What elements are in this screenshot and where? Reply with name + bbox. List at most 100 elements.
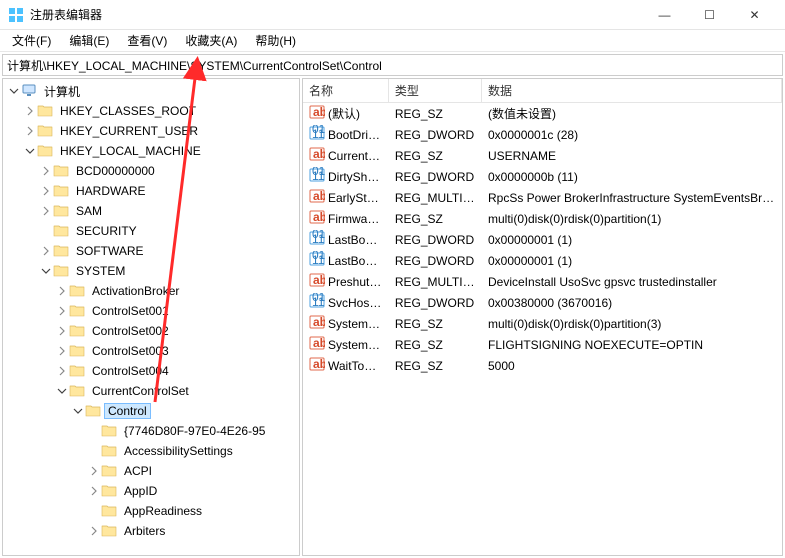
folder-icon (53, 203, 72, 220)
expander-icon[interactable] (39, 164, 53, 178)
values-list-pane[interactable]: 名称 类型 数据 ab(默认)REG_SZ(数值未设置)011110BootDr… (302, 78, 783, 556)
binary-value-icon: 011110 (309, 293, 325, 312)
tree-item[interactable]: SECURITY (3, 221, 299, 241)
tree-item[interactable]: SYSTEM (3, 261, 299, 281)
tree-item[interactable]: HARDWARE (3, 181, 299, 201)
value-row[interactable]: abEarlyStartServi...REG_MULTI_SZRpcSs Po… (303, 187, 782, 208)
close-button[interactable]: ✕ (732, 0, 777, 30)
expander-icon[interactable] (23, 124, 37, 138)
tree-item[interactable]: {7746D80F-97E0-4E26-95 (3, 421, 299, 441)
tree-item[interactable]: AppReadiness (3, 501, 299, 521)
expander-icon[interactable] (55, 304, 69, 318)
expander-icon[interactable] (87, 524, 101, 538)
value-row[interactable]: ab(默认)REG_SZ(数值未设置) (303, 103, 782, 124)
binary-value-icon: 011110 (309, 167, 325, 186)
folder-icon (53, 263, 72, 280)
value-row[interactable]: 011110LastBootShutd...REG_DWORD0x0000000… (303, 229, 782, 250)
expander-icon[interactable] (55, 344, 69, 358)
svg-text:ab: ab (313, 315, 325, 329)
tree-item[interactable]: AppID (3, 481, 299, 501)
tree-item-label: ActivationBroker (88, 283, 183, 299)
tree-item[interactable]: HKEY_LOCAL_MACHINE (3, 141, 299, 161)
expander-icon[interactable] (55, 364, 69, 378)
tree-item[interactable]: Control (3, 401, 299, 421)
value-row[interactable]: abSystemStartOp...REG_SZ FLIGHTSIGNING N… (303, 334, 782, 355)
expander-icon[interactable] (55, 324, 69, 338)
expander-icon[interactable] (39, 244, 53, 258)
tree-item-label: SECURITY (72, 223, 141, 239)
tree-item[interactable]: HKEY_CLASSES_ROOT (3, 101, 299, 121)
tree-item[interactable]: ActivationBroker (3, 281, 299, 301)
tree-item-label: HKEY_LOCAL_MACHINE (56, 143, 205, 159)
tree-item[interactable]: SOFTWARE (3, 241, 299, 261)
expander-icon[interactable] (55, 384, 69, 398)
minimize-button[interactable]: — (642, 0, 687, 30)
tree-item[interactable]: Arbiters (3, 521, 299, 541)
value-name-cell: 011110LastBootShutd... (303, 230, 389, 249)
tree-item[interactable]: ACPI (3, 461, 299, 481)
menu-help[interactable]: 帮助(H) (247, 30, 304, 51)
value-row[interactable]: 011110BootDriverFlagsREG_DWORD0x0000001c… (303, 124, 782, 145)
tree-item[interactable]: SAM (3, 201, 299, 221)
expander-icon[interactable] (39, 184, 53, 198)
tree-item[interactable]: CurrentControlSet (3, 381, 299, 401)
tree-item-label: ControlSet001 (88, 303, 173, 319)
expander-icon[interactable] (71, 404, 85, 418)
maximize-button[interactable]: ☐ (687, 0, 732, 30)
value-row[interactable]: abCurrentUserREG_SZUSERNAME (303, 145, 782, 166)
column-header-type[interactable]: 类型 (389, 79, 482, 103)
expander-icon[interactable] (23, 104, 37, 118)
folder-icon (69, 383, 88, 400)
value-row[interactable]: abSystemBootDe...REG_SZmulti(0)disk(0)rd… (303, 313, 782, 334)
tree-root-computer[interactable]: 计算机 (3, 81, 299, 101)
value-row[interactable]: abWaitToKillServi...REG_SZ5000 (303, 355, 782, 376)
svg-text:ab: ab (313, 147, 325, 161)
menu-favorites[interactable]: 收藏夹(A) (177, 30, 245, 51)
expander-icon[interactable] (7, 84, 21, 98)
address-bar[interactable]: 计算机\HKEY_LOCAL_MACHINE\SYSTEM\CurrentCon… (2, 54, 783, 76)
value-type-cell: REG_SZ (389, 212, 482, 226)
column-header-name[interactable]: 名称 (303, 79, 389, 103)
menu-view[interactable]: 查看(V) (119, 30, 175, 51)
tree-item-label: {7746D80F-97E0-4E26-95 (120, 423, 269, 439)
window-title: 注册表编辑器 (30, 6, 642, 23)
string-value-icon: ab (309, 356, 325, 375)
tree-item[interactable]: HKEY_CURRENT_USER (3, 121, 299, 141)
folder-icon (69, 343, 88, 360)
value-row[interactable]: 011110LastBootSucce...REG_DWORD0x0000000… (303, 250, 782, 271)
tree-item[interactable]: ControlSet003 (3, 341, 299, 361)
tree-item-label: Arbiters (120, 523, 169, 539)
value-name-label: EarlyStartServi... (328, 191, 383, 205)
tree-item[interactable]: ControlSet002 (3, 321, 299, 341)
expander-icon[interactable] (87, 484, 101, 498)
binary-value-icon: 011110 (309, 251, 325, 270)
value-name-label: SystemStartOp... (328, 338, 383, 352)
value-row[interactable]: abFirmwareBoot...REG_SZmulti(0)disk(0)rd… (303, 208, 782, 229)
value-row[interactable]: abPreshutdownO...REG_MULTI_SZDeviceInsta… (303, 271, 782, 292)
value-name-cell: ab(默认) (303, 104, 389, 123)
value-type-cell: REG_MULTI_SZ (389, 191, 482, 205)
svg-text:ab: ab (313, 189, 325, 203)
tree-item[interactable]: ControlSet004 (3, 361, 299, 381)
string-value-icon: ab (309, 272, 325, 291)
tree-item[interactable]: AccessibilitySettings (3, 441, 299, 461)
value-type-cell: REG_DWORD (389, 170, 482, 184)
tree-pane[interactable]: 计算机HKEY_CLASSES_ROOTHKEY_CURRENT_USER HKE… (2, 78, 300, 556)
expander-icon[interactable] (39, 204, 53, 218)
value-name-cell: abPreshutdownO... (303, 272, 389, 291)
value-row[interactable]: 011110DirtyShutdown...REG_DWORD0x0000000… (303, 166, 782, 187)
expander-icon[interactable] (23, 144, 37, 158)
expander-icon[interactable] (55, 284, 69, 298)
tree-item-label: AppID (120, 483, 161, 499)
svg-text:ab: ab (313, 273, 325, 287)
menu-edit[interactable]: 编辑(E) (61, 30, 117, 51)
value-row[interactable]: 011110SvcHostSplitTh...REG_DWORD0x003800… (303, 292, 782, 313)
tree-item[interactable]: BCD00000000 (3, 161, 299, 181)
tree-item-label: SAM (72, 203, 106, 219)
value-name-label: LastBootSucce... (328, 254, 383, 268)
expander-icon[interactable] (87, 464, 101, 478)
column-header-data[interactable]: 数据 (482, 79, 782, 103)
expander-icon[interactable] (39, 264, 53, 278)
tree-item[interactable]: ControlSet001 (3, 301, 299, 321)
menu-file[interactable]: 文件(F) (4, 30, 59, 51)
